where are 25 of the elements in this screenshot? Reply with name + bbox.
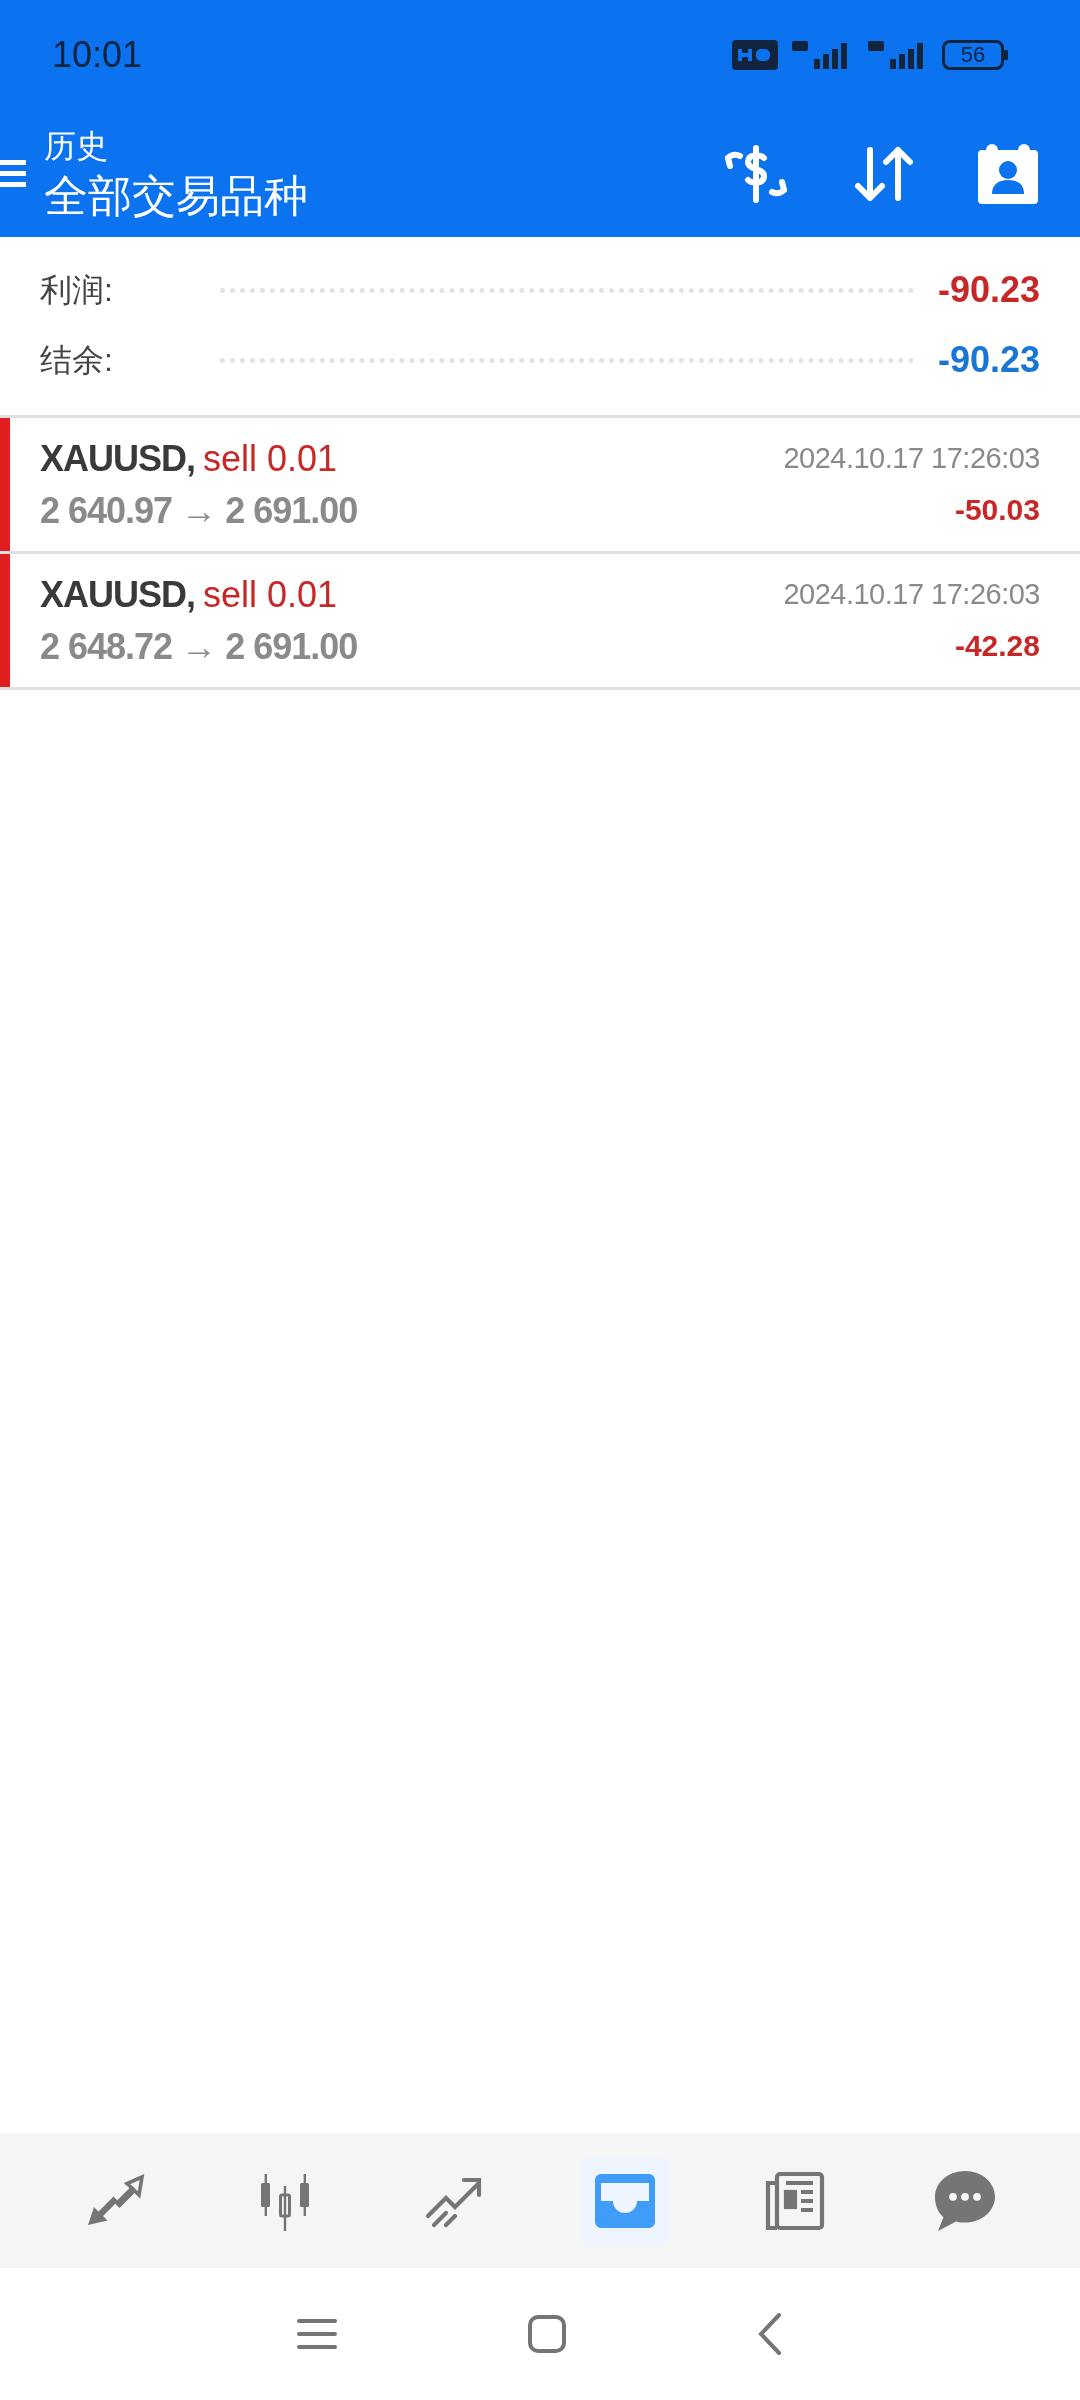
trade-side: sell 0.01: [203, 573, 338, 617]
contact-card-icon[interactable]: [976, 141, 1040, 206]
screen-title: 历史: [44, 126, 109, 166]
trade-row[interactable]: XAUUSD, sell 0.01 2 648.72 → 2 691.00 2024.10.17 17:26:03 -42.28: [0, 554, 1080, 690]
hd-icon: [732, 40, 778, 70]
home-icon[interactable]: [527, 2314, 567, 2354]
menu-icon[interactable]: [297, 2317, 337, 2351]
trade-symbol: XAUUSD,: [40, 437, 196, 481]
trade-symbol: XAUUSD,: [40, 573, 196, 617]
trade-prices: 2 648.72 → 2 691.00: [40, 625, 358, 669]
trade-profit: -42.28: [954, 628, 1040, 664]
symbol-filter[interactable]: 全部交易品种: [44, 167, 720, 224]
summary-label: 利润:: [40, 271, 114, 310]
nav-tab[interactable]: [581, 2156, 669, 2245]
summary-label: 结余:: [40, 341, 114, 380]
summary-value: -90.23: [937, 268, 1040, 312]
summary-value: -90.23: [937, 338, 1040, 382]
trade-side: sell 0.01: [203, 437, 338, 481]
back-icon[interactable]: [757, 2312, 783, 2356]
trade-time: 2024.10.17 17:26:03: [783, 441, 1040, 476]
trade-prices: 2 640.97 → 2 691.00: [40, 489, 358, 533]
trade-time: 2024.10.17 17:26:03: [783, 577, 1040, 612]
trade-profit: -50.03: [954, 492, 1040, 528]
status-time: 10:01: [52, 33, 143, 77]
trade-row[interactable]: XAUUSD, sell 0.01 2 640.97 → 2 691.00 2024.10.17 17:26:03 -50.03: [0, 418, 1080, 554]
